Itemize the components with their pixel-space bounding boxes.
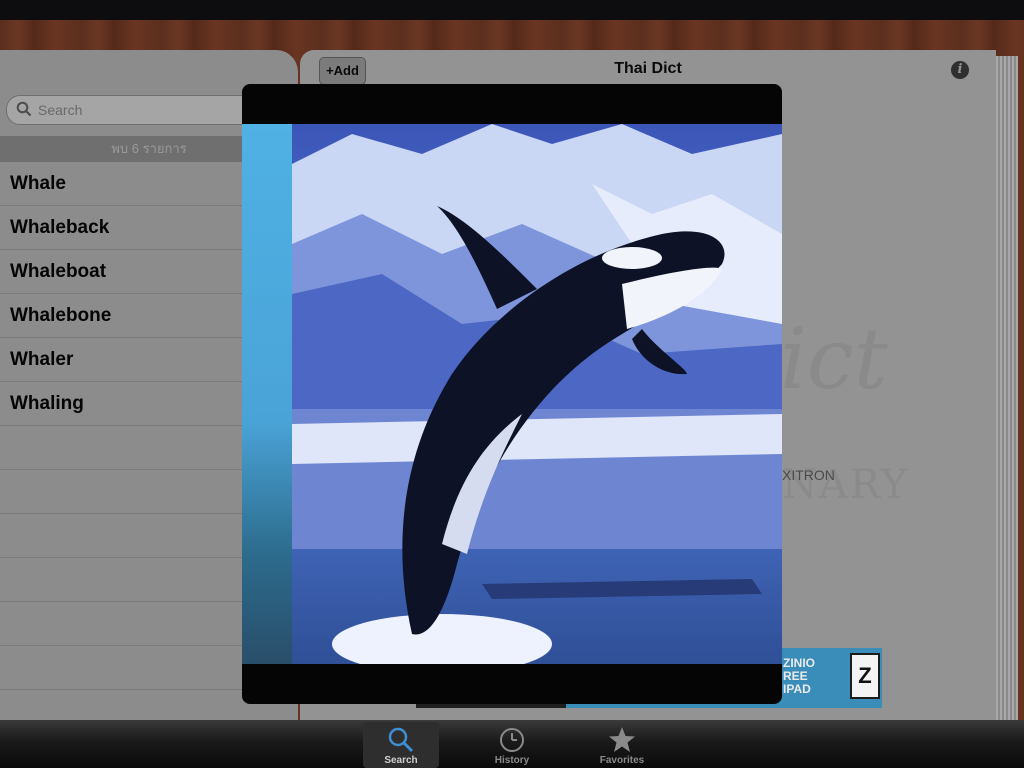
tab-history[interactable]: History	[474, 722, 550, 768]
clock-icon	[500, 728, 524, 752]
add-button[interactable]: +Add	[319, 57, 366, 85]
tab-label: History	[494, 755, 530, 766]
search-icon	[388, 727, 414, 753]
publisher-label: XITRON	[782, 467, 835, 483]
tab-search[interactable]: Search	[363, 722, 439, 768]
tab-label: Favorites	[599, 755, 645, 766]
tab-label: Search	[384, 755, 418, 766]
tab-favorites[interactable]: Favorites	[584, 722, 660, 768]
status-bar	[0, 0, 1024, 20]
adjacent-photo-strip	[242, 124, 292, 664]
info-icon[interactable]: i	[951, 61, 969, 79]
image-viewer-modal[interactable]	[242, 84, 782, 704]
dictionary-logo-watermark: ict	[780, 310, 888, 408]
search-placeholder: Search	[38, 102, 83, 118]
page-title: Thai Dict	[614, 60, 682, 77]
ad-text: ZINIO REE IPAD	[783, 656, 815, 696]
page-edges	[996, 56, 1018, 720]
search-icon	[16, 101, 32, 117]
ad-logo-icon: Z	[850, 653, 880, 699]
orca-photo	[292, 124, 782, 664]
star-icon	[609, 727, 635, 752]
